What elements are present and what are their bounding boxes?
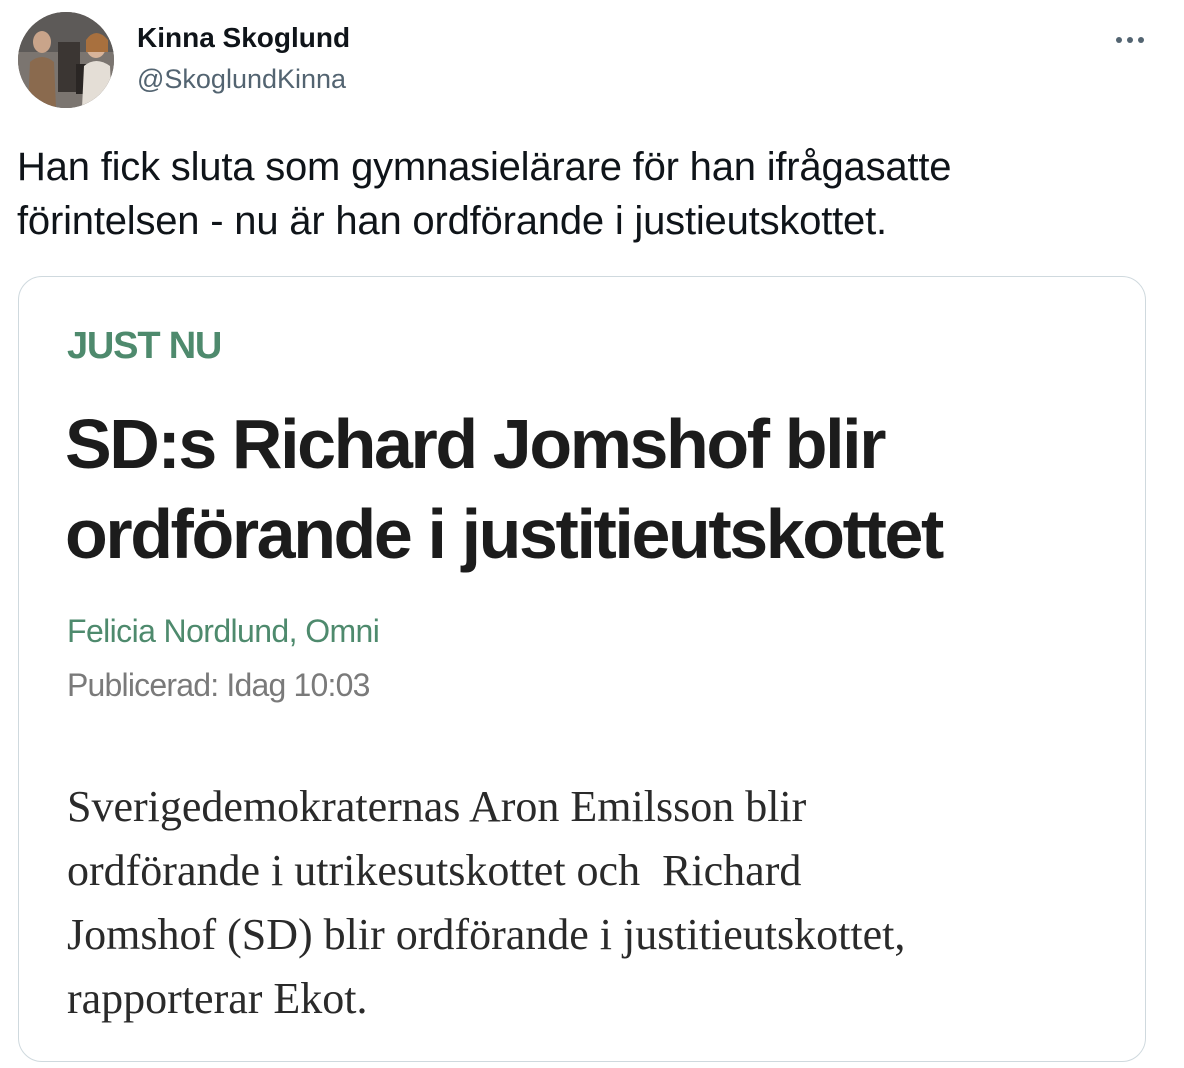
- article-body: Sverigedemokraternas Aron Emilsson blir …: [67, 782, 906, 1023]
- avatar-photo: [18, 12, 114, 108]
- article-published-time: Publicerad: Idag 10:03: [67, 667, 370, 703]
- more-horizontal-icon[interactable]: [1108, 24, 1152, 56]
- article-byline: Felicia Nordlund, Omni: [67, 613, 380, 649]
- user-display-name[interactable]: Kinna Skoglund: [137, 20, 350, 56]
- user-avatar[interactable]: [18, 12, 114, 108]
- tweet: Kinna Skoglund @SkoglundKinna Han fick s…: [0, 0, 1184, 1068]
- user-handle[interactable]: @SkoglundKinna: [137, 61, 346, 97]
- article-kicker: JUST NU: [67, 325, 222, 367]
- tweet-media-image[interactable]: JUST NU SD:s Richard Jomshof blir ordför…: [18, 276, 1146, 1062]
- article-headline: SD:s Richard Jomshof blir ordförande i j…: [65, 405, 944, 573]
- tweet-text: Han fick sluta som gymnasielärare för ha…: [17, 145, 952, 243]
